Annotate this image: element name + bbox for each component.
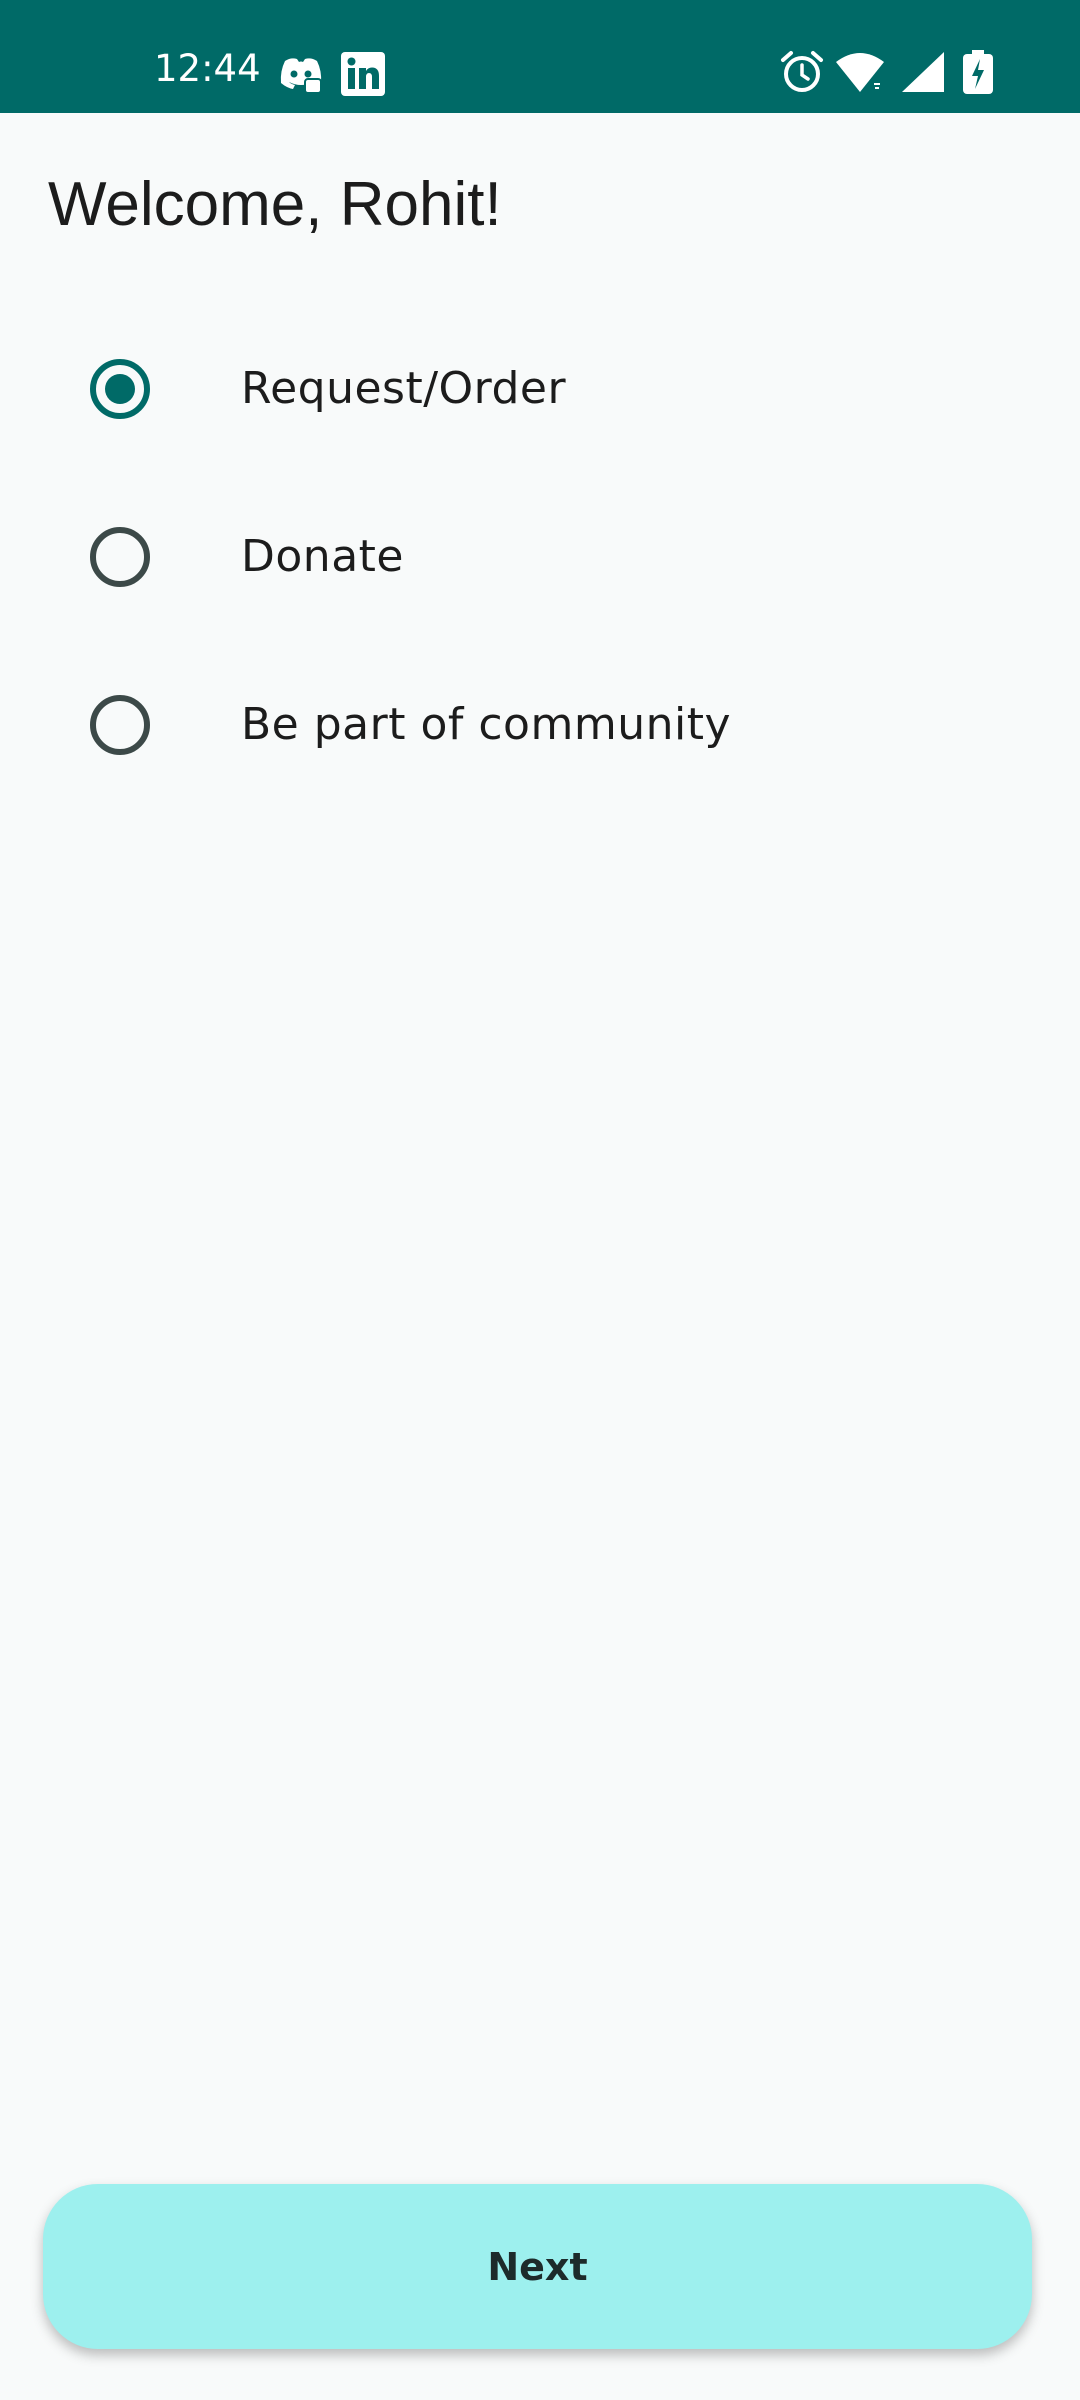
option-label: Donate	[241, 531, 404, 582]
option-donate[interactable]: Donate	[0, 477, 1080, 637]
radio-button[interactable]	[90, 695, 150, 755]
wifi-icon	[836, 53, 884, 92]
option-label: Be part of community	[241, 699, 731, 750]
radio-button-selected[interactable]	[90, 359, 150, 419]
option-be-part-of-community[interactable]: Be part of community	[0, 645, 1080, 805]
next-button[interactable]: Next	[43, 2184, 1032, 2349]
option-request-order[interactable]: Request/Order	[0, 309, 1080, 469]
status-time: 12:44	[154, 47, 261, 90]
cellular-signal-icon	[902, 52, 944, 92]
page-title: Welcome, Rohit!	[48, 170, 502, 239]
alarm-icon	[781, 51, 823, 92]
discord-icon	[280, 58, 322, 94]
option-label: Request/Order	[241, 363, 567, 414]
status-bar: 12:44	[0, 0, 1080, 113]
radio-button[interactable]	[90, 527, 150, 587]
battery-charging-icon	[963, 50, 993, 94]
linkedin-icon	[341, 52, 385, 96]
